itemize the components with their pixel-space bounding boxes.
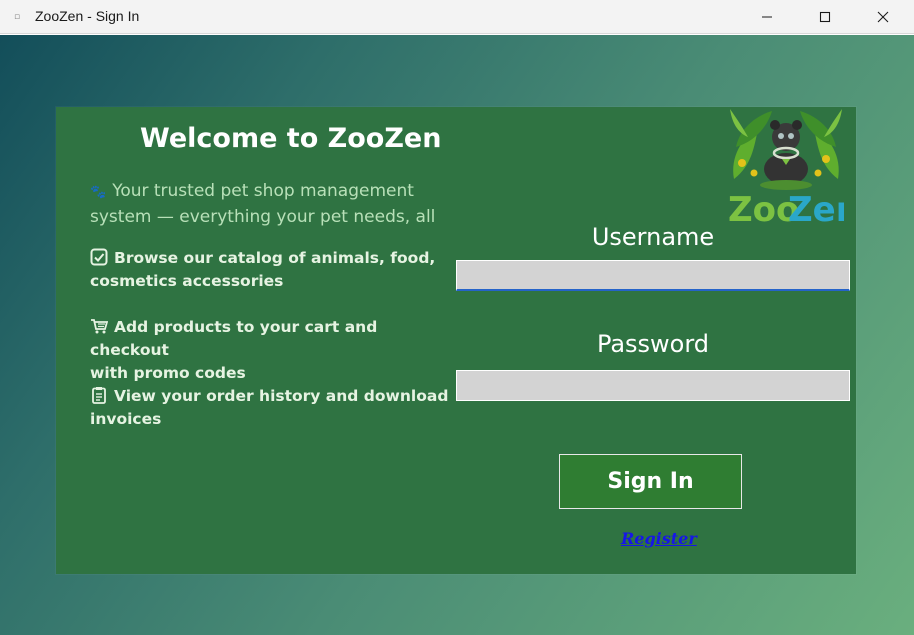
feature-cart-line-1: Add products to your cart and checkout xyxy=(90,318,378,359)
feature-orders-line-2: invoices xyxy=(90,410,162,428)
checkbox-icon xyxy=(90,248,108,266)
clipboard-icon xyxy=(92,387,106,404)
title-bar: ▫ ZooZen - Sign In xyxy=(0,0,914,34)
window-background: Welcome to ZooZen 🐾 Your trusted pet shop… xyxy=(0,35,914,635)
sign-in-button[interactable]: Sign In xyxy=(559,454,742,509)
password-label: Password xyxy=(596,330,710,358)
feature-browse-line-2: cosmetics accessories xyxy=(90,272,284,290)
close-icon xyxy=(877,11,889,23)
feature-browse-line-1: Browse our catalog of animals, food, xyxy=(114,249,436,267)
maximize-button[interactable] xyxy=(796,0,854,34)
feature-orders-line-1: View your order history and download xyxy=(114,387,449,405)
username-label: Username xyxy=(591,223,715,251)
password-input[interactable] xyxy=(456,370,850,401)
tagline-line-1: Your trusted pet shop management xyxy=(112,181,414,201)
cart-icon xyxy=(91,319,108,334)
feature-cart: Add products to your cart and checkout w… xyxy=(90,316,450,385)
tagline: 🐾 Your trusted pet shop management system… xyxy=(90,179,440,230)
minimize-icon xyxy=(762,16,772,18)
welcome-title: Welcome to ZooZen xyxy=(140,123,442,154)
feature-orders: View your order history and download inv… xyxy=(90,385,450,431)
window-title: ZooZen - Sign In xyxy=(35,8,140,24)
feature-cart-line-2: with promo codes xyxy=(90,364,246,382)
maximize-icon xyxy=(819,11,831,23)
logo-text-zen: Zen xyxy=(788,190,844,225)
tagline-line-2: system — everything your pet needs, all xyxy=(90,207,436,227)
sign-in-card: Welcome to ZooZen 🐾 Your trusted pet shop… xyxy=(56,107,856,574)
app-icon: ▫ xyxy=(13,12,21,22)
close-button[interactable] xyxy=(854,0,912,34)
paw-icon: 🐾 xyxy=(90,185,107,200)
username-input[interactable] xyxy=(456,260,850,291)
minimize-button[interactable] xyxy=(738,0,796,34)
register-link[interactable]: Register xyxy=(621,529,697,548)
feature-browse: Browse our catalog of animals, food, cos… xyxy=(90,247,450,293)
zoozen-logo: Zoo Zen xyxy=(728,109,844,225)
